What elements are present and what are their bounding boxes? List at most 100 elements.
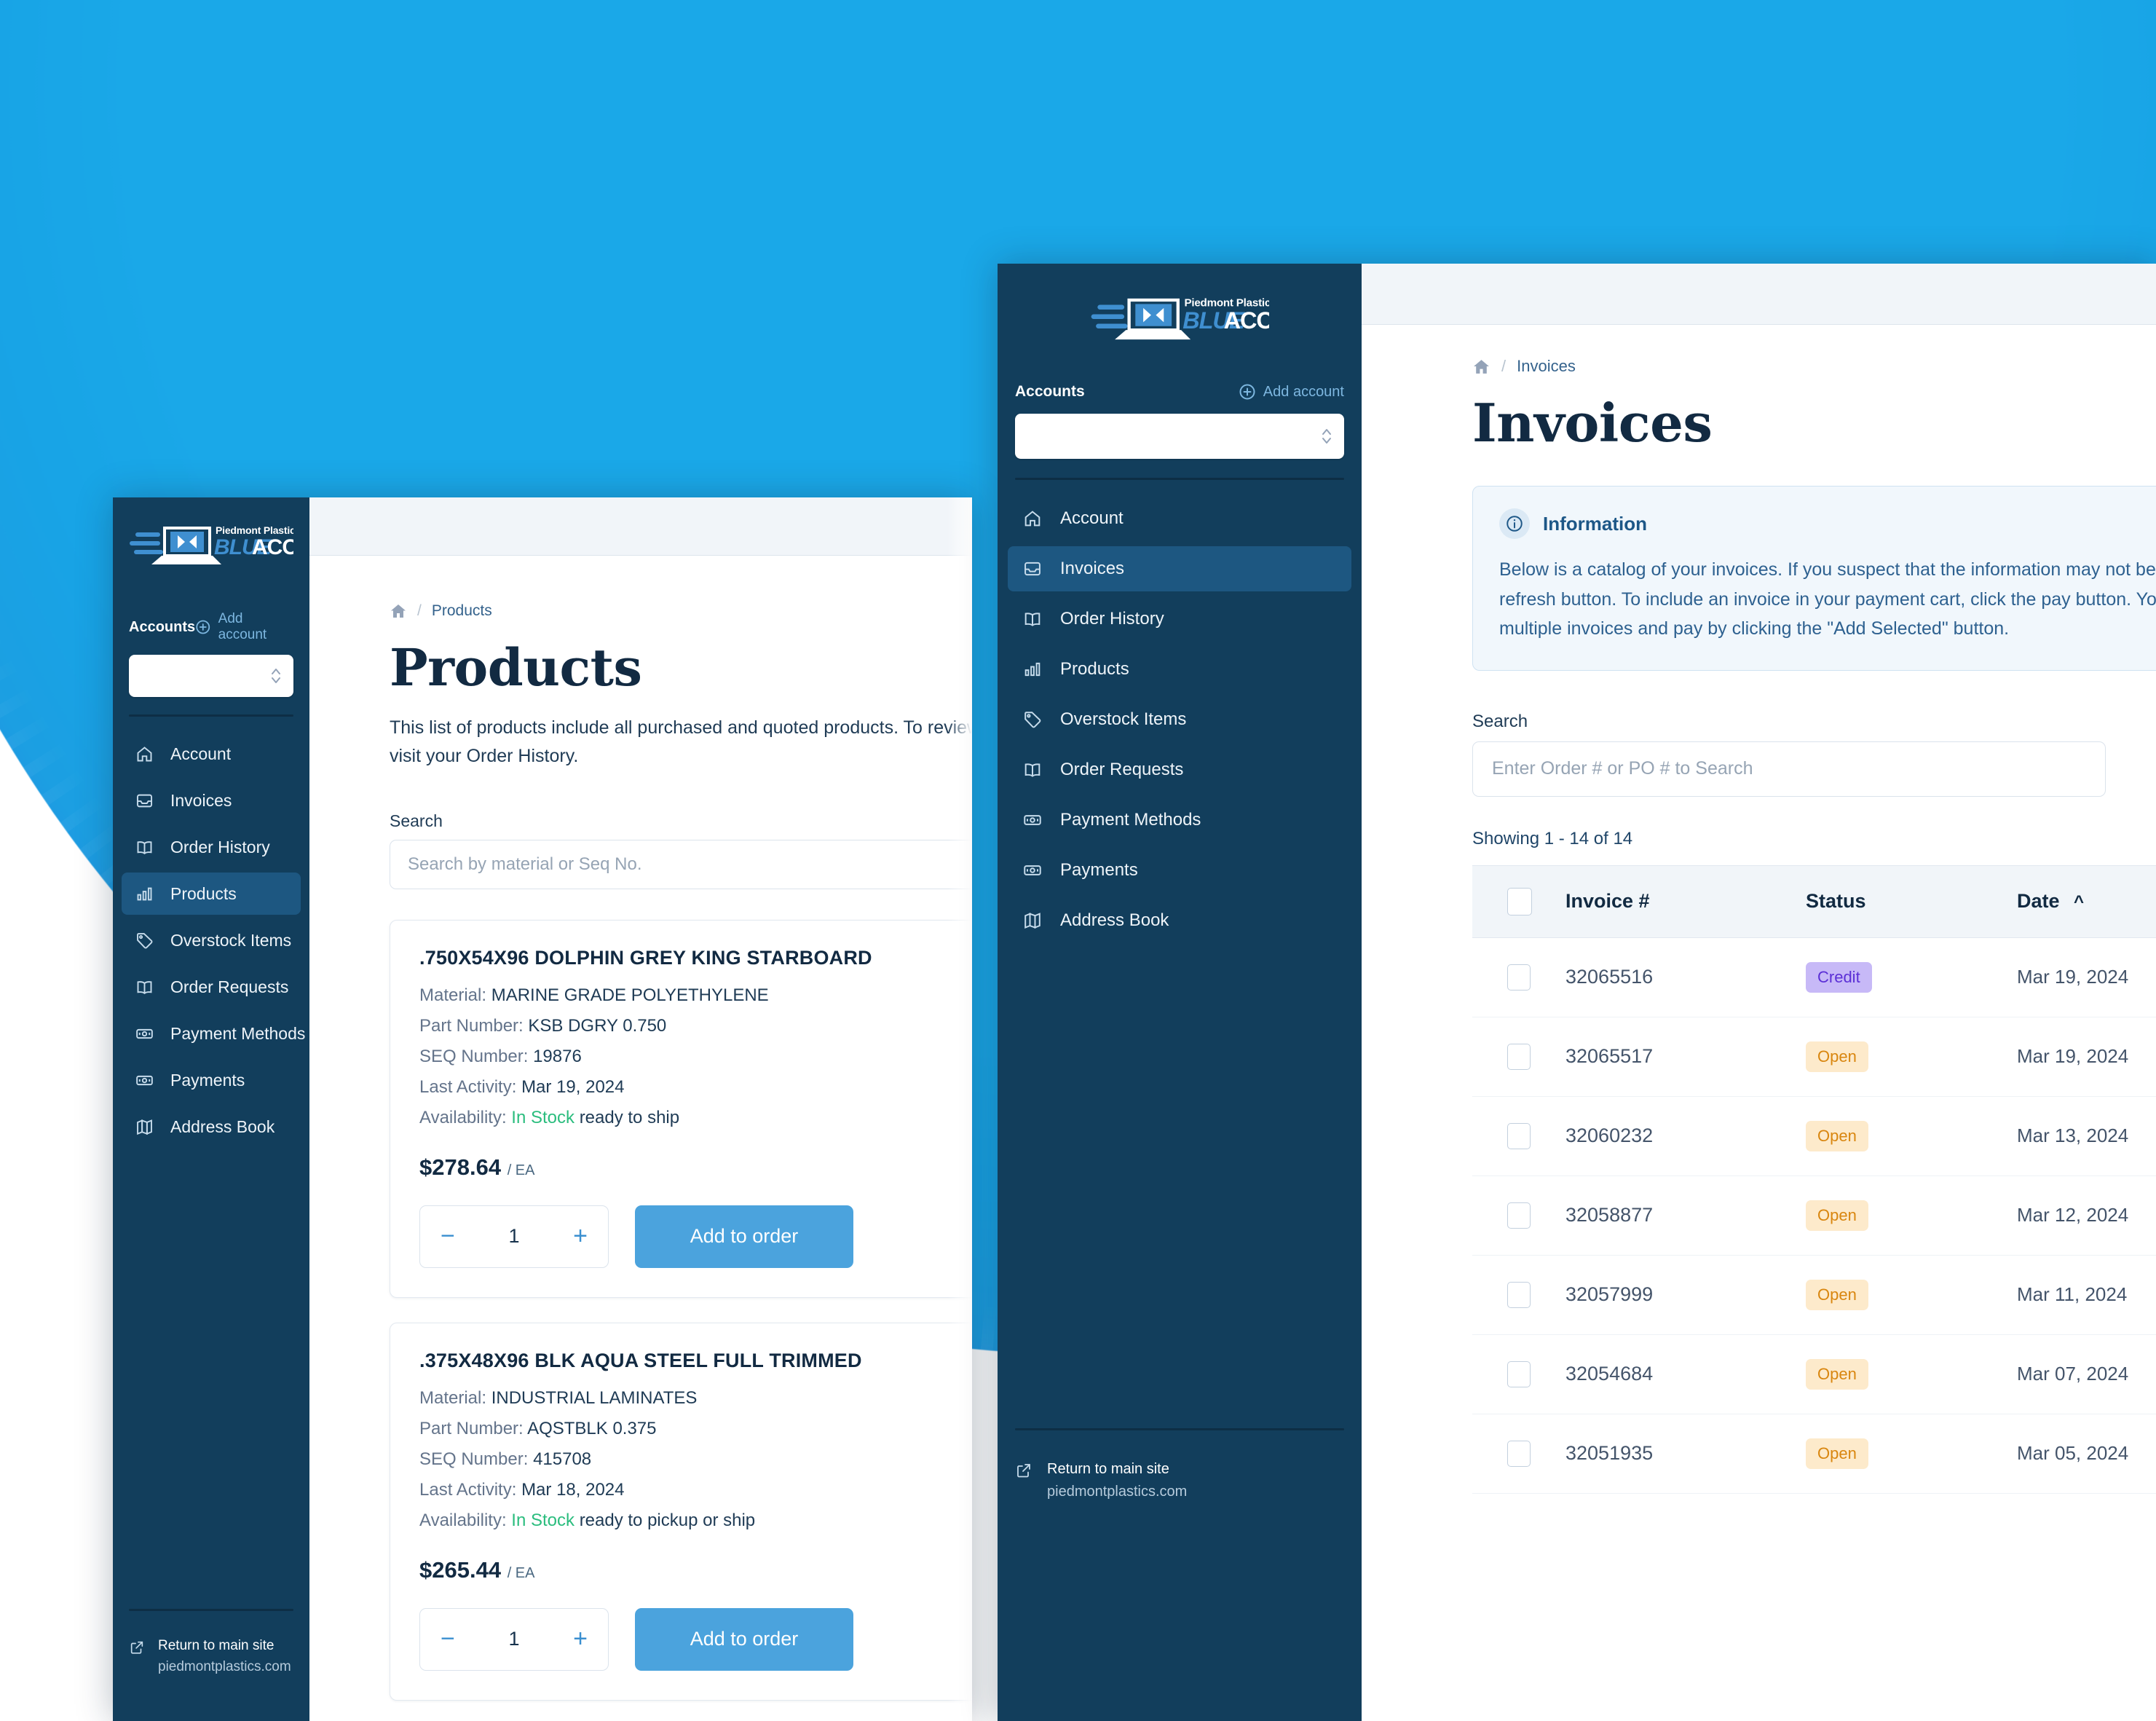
invoices-sidebar-nav: Account Invoices Order History Products Over… xyxy=(998,480,1362,943)
product-availability-row: Availability: In Stock ready to ship xyxy=(419,1108,972,1128)
table-row[interactable]: 32060232 Open Mar 13, 2024 xyxy=(1472,1096,2156,1176)
home-icon[interactable] xyxy=(1472,358,1490,376)
row-checkbox[interactable] xyxy=(1507,1440,1531,1467)
sidebar-item-order-requests[interactable]: Order Requests xyxy=(1008,747,1351,792)
table-row[interactable]: 32065516 Credit Mar 19, 2024 xyxy=(1472,937,2156,1017)
row-checkbox[interactable] xyxy=(1507,1043,1531,1070)
sidebar-item-label: Order History xyxy=(1060,609,1164,629)
quantity-increment-button[interactable]: + xyxy=(573,1625,588,1653)
products-sidebar: Piedmont Plastics BLUE ACCOUNT Accounts … xyxy=(113,497,309,1721)
sidebar-item-account[interactable]: Account xyxy=(1008,496,1351,541)
status-badge: Open xyxy=(1806,1120,1868,1151)
sidebar-item-account[interactable]: Account xyxy=(122,733,301,775)
product-card: .375X48X96 BLK AQUA STEEL FULL TRIMMED Ma… xyxy=(390,1322,972,1701)
external-link-icon xyxy=(129,1639,145,1655)
product-card: .750X54X96 DOLPHIN GREY KING STARBOARD Ma… xyxy=(390,919,972,1298)
sidebar-item-payment-methods[interactable]: Payment Methods xyxy=(122,1012,305,1055)
banknote-icon xyxy=(135,1071,154,1090)
search-input[interactable]: Search by material or Seq No. xyxy=(390,839,972,889)
row-checkbox[interactable] xyxy=(1507,1122,1531,1149)
add-to-order-button[interactable]: Add to order xyxy=(635,1205,853,1268)
quantity-increment-button[interactable]: + xyxy=(573,1222,588,1251)
sidebar-item-label: Order History xyxy=(170,837,270,856)
select-all-checkbox[interactable] xyxy=(1507,887,1532,915)
table-row[interactable]: 32057999 Open Mar 11, 2024 xyxy=(1472,1255,2156,1335)
sidebar-item-invoices[interactable]: Invoices xyxy=(122,779,301,822)
product-spec-label: SEQ Number: xyxy=(419,1046,529,1066)
invoice-number-cell[interactable]: 32065516 xyxy=(1565,937,1806,1017)
row-checkbox[interactable] xyxy=(1507,1360,1531,1387)
table-row[interactable]: 32051935 Open Mar 05, 2024 xyxy=(1472,1414,2156,1494)
product-spec-label: Availability: xyxy=(419,1107,507,1127)
product-price: $278.64 / EA xyxy=(419,1154,972,1181)
plus-circle-icon xyxy=(196,620,210,634)
sidebar-item-order-requests[interactable]: Order Requests xyxy=(122,966,301,1008)
sidebar-item-order-history[interactable]: Order History xyxy=(1008,596,1351,642)
product-title[interactable]: .375X48X96 BLK AQUA STEEL FULL TRIMMED xyxy=(419,1350,972,1372)
product-title[interactable]: .750X54X96 DOLPHIN GREY KING STARBOARD xyxy=(419,947,972,969)
row-checkbox[interactable] xyxy=(1507,1202,1531,1229)
sidebar-item-payments[interactable]: Payments xyxy=(1008,848,1351,893)
brand-logo[interactable]: Piedmont Plastics BLUE ACCOUNT xyxy=(113,497,309,583)
account-select[interactable] xyxy=(1015,414,1344,459)
book-open-icon xyxy=(135,838,154,857)
product-price-value: $278.64 xyxy=(419,1154,502,1180)
product-price-unit: / EA xyxy=(507,1564,535,1581)
sidebar-item-payments[interactable]: Payments xyxy=(122,1059,301,1101)
home-icon[interactable] xyxy=(390,602,407,620)
product-spec-label: Material: xyxy=(419,1387,487,1408)
sidebar-item-payment-methods[interactable]: Payment Methods xyxy=(1008,798,1351,843)
invoice-number-cell[interactable]: 32065517 xyxy=(1565,1017,1806,1097)
svg-text:Piedmont Plastics: Piedmont Plastics xyxy=(216,524,293,536)
product-spec-value: 19876 xyxy=(533,1046,582,1066)
showing-count: Showing 1 - 14 of 14 xyxy=(1472,828,1633,848)
invoice-number-cell[interactable]: 32054684 xyxy=(1565,1334,1806,1414)
product-spec-value: MARINE GRADE POLYETHYLENE xyxy=(491,985,769,1005)
table-row[interactable]: 32054684 Open Mar 07, 2024 xyxy=(1472,1334,2156,1414)
sidebar-item-label: Products xyxy=(1060,659,1129,679)
page-title: Products xyxy=(390,637,642,698)
return-domain: piedmontplastics.com xyxy=(1047,1483,1188,1500)
sidebar-item-label: Overstock Items xyxy=(170,930,292,950)
page-description: This list of products include all purcha… xyxy=(390,717,972,766)
invoice-number-cell[interactable]: 32051935 xyxy=(1565,1414,1806,1494)
add-account-button[interactable]: Add account xyxy=(1239,383,1344,401)
quantity-decrement-button[interactable]: − xyxy=(441,1625,455,1653)
invoice-date-cell: Mar 13, 2024 xyxy=(2017,1096,2156,1176)
sidebar-item-products[interactable]: Products xyxy=(122,873,301,915)
search-input[interactable]: Enter Order # or PO # to Search xyxy=(1472,741,2106,797)
add-to-order-button[interactable]: Add to order xyxy=(635,1607,853,1671)
column-header-status[interactable]: Status xyxy=(1806,865,2017,938)
invoices-topbar xyxy=(1362,264,2156,325)
invoice-number-cell[interactable]: 32057999 xyxy=(1565,1255,1806,1335)
quantity-decrement-button[interactable]: − xyxy=(441,1222,455,1251)
sidebar-item-address-book[interactable]: Address Book xyxy=(1008,898,1351,943)
column-header-date[interactable]: Date ^ xyxy=(2017,865,2156,938)
invoice-number-cell[interactable]: 32060232 xyxy=(1565,1096,1806,1176)
sidebar-item-order-history[interactable]: Order History xyxy=(122,826,301,868)
breadcrumb-current[interactable]: Products xyxy=(432,602,492,620)
column-header-invoice[interactable]: Invoice # xyxy=(1565,865,1806,938)
brand-logo[interactable]: Piedmont Plastics BLUE ACCOUNT xyxy=(998,264,1362,357)
return-to-main-site-link[interactable]: Return to main site piedmontplastics.com xyxy=(113,1611,309,1677)
sidebar-item-products[interactable]: Products xyxy=(1008,647,1351,692)
search-placeholder: Enter Order # or PO # to Search xyxy=(1492,758,1753,779)
sidebar-item-overstock-items[interactable]: Overstock Items xyxy=(1008,697,1351,742)
sidebar-item-address-book[interactable]: Address Book xyxy=(122,1106,301,1148)
table-row[interactable]: 32065517 Open Mar 19, 2024 xyxy=(1472,1017,2156,1097)
add-account-button[interactable]: Add account xyxy=(195,611,293,643)
home-icon xyxy=(1022,508,1043,529)
row-checkbox[interactable] xyxy=(1507,1281,1531,1308)
quantity-stepper[interactable]: − 1 + xyxy=(419,1607,609,1671)
map-icon xyxy=(1022,910,1043,931)
invoice-number-cell[interactable]: 32058877 xyxy=(1565,1175,1806,1256)
account-select[interactable] xyxy=(129,655,293,697)
sidebar-item-invoices[interactable]: Invoices xyxy=(1008,546,1351,591)
return-to-main-site-link[interactable]: Return to main site piedmontplastics.com xyxy=(998,1430,1362,1503)
sidebar-item-overstock-items[interactable]: Overstock Items xyxy=(122,919,301,961)
quantity-stepper[interactable]: − 1 + xyxy=(419,1205,609,1268)
row-checkbox[interactable] xyxy=(1507,964,1531,991)
banknote-icon xyxy=(1022,810,1043,830)
breadcrumb-current[interactable]: Invoices xyxy=(1517,357,1576,376)
table-row[interactable]: 32058877 Open Mar 12, 2024 xyxy=(1472,1175,2156,1256)
